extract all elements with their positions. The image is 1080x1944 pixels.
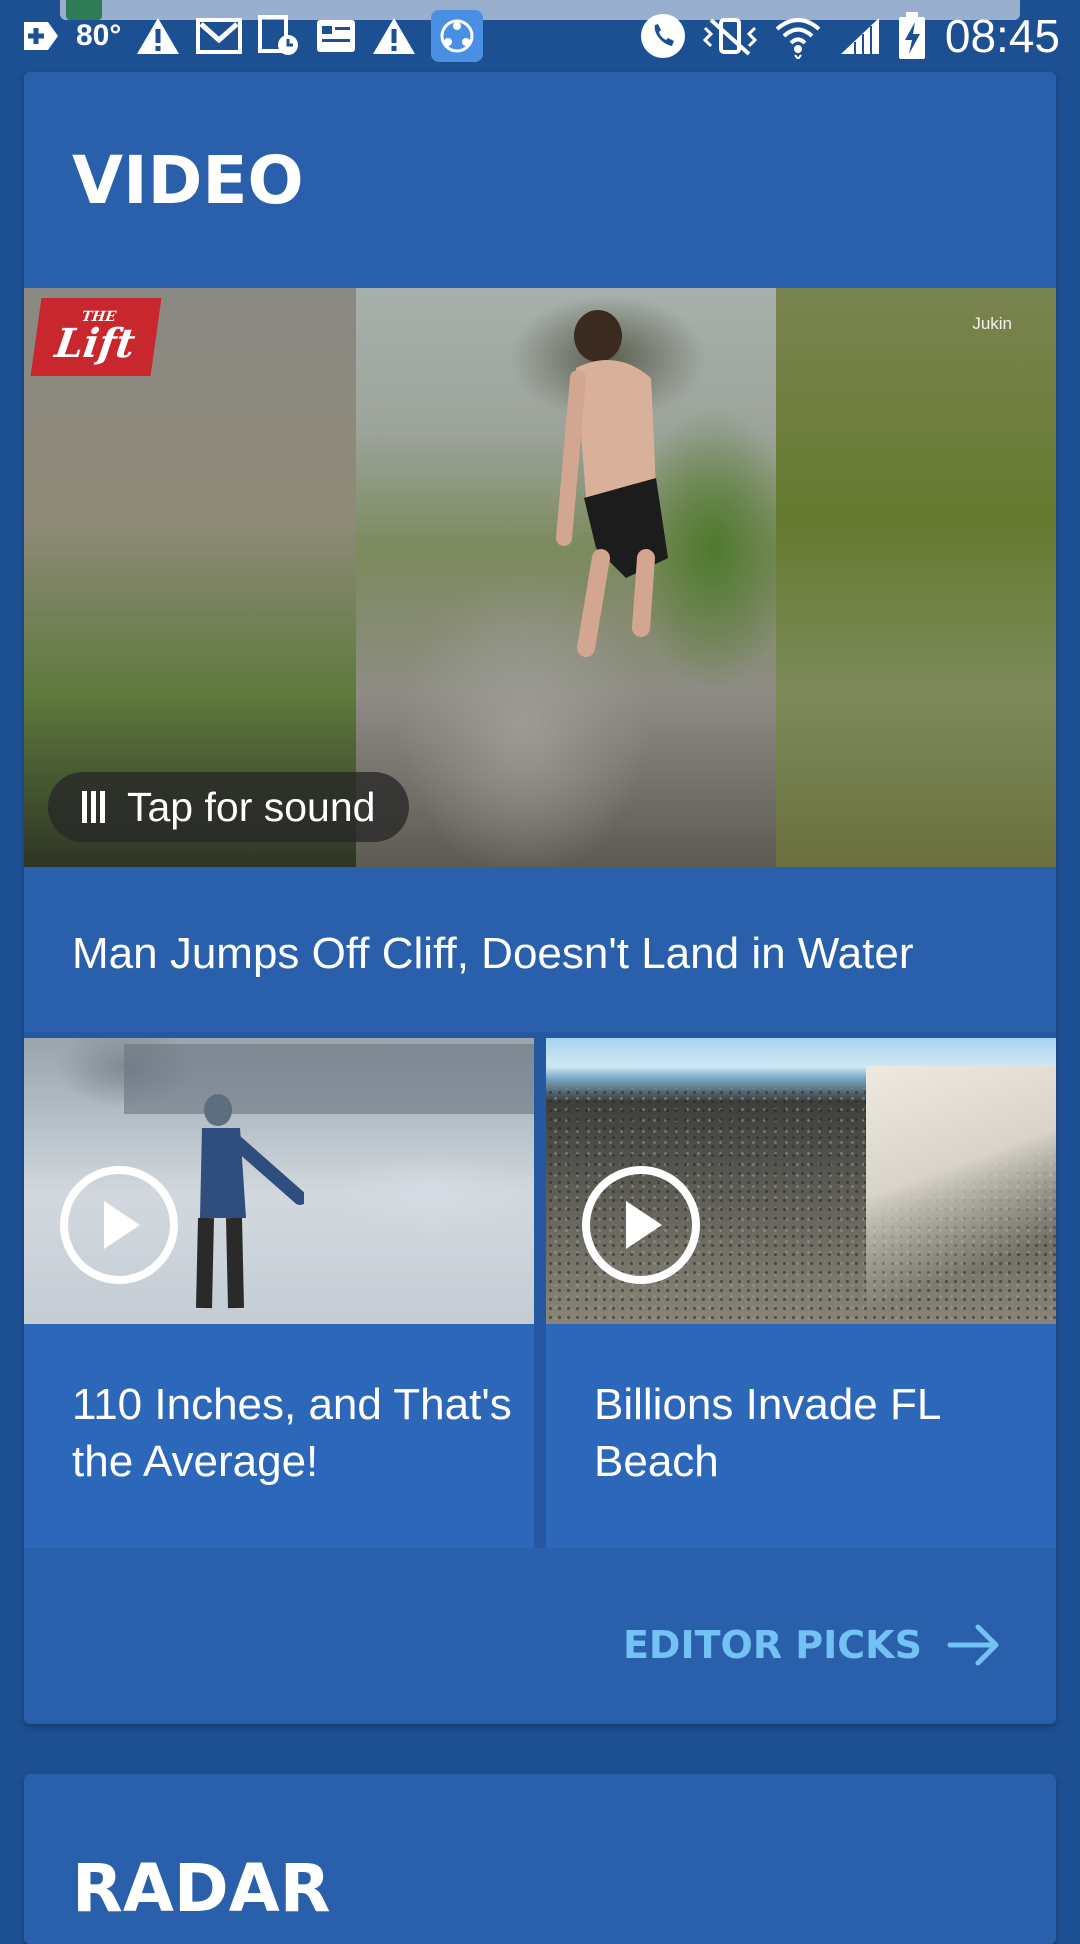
battery-charging-icon [897, 12, 927, 60]
video-thumbnail [24, 1038, 534, 1324]
play-icon [626, 1201, 662, 1249]
hero-video-player[interactable]: THE Lift Jukin Tap for sound [24, 288, 1056, 867]
play-button[interactable] [60, 1166, 178, 1284]
clock-text: 08:45 [944, 10, 1060, 62]
news-icon [315, 18, 357, 54]
the-lift-logo: THE Lift [30, 298, 162, 376]
warning-icon [371, 16, 417, 56]
wifi-icon [773, 13, 823, 59]
video-tile-title: 110 Inches, and That's the Average! [72, 1380, 512, 1486]
video-blur-right [776, 288, 1056, 867]
status-bar-right: 08:45 [639, 8, 1060, 64]
radar-card: RADAR [24, 1774, 1056, 1944]
status-bar: 80° 08:45 [0, 0, 1080, 72]
video-frame [356, 288, 776, 867]
radar-section-title: RADAR [72, 1850, 331, 1927]
play-icon [104, 1201, 140, 1249]
shareit-icon [431, 10, 484, 62]
phone-icon [639, 12, 687, 60]
thumbnail-roof [124, 1044, 534, 1114]
gmail-icon [195, 16, 243, 56]
editor-picks-label: EDITOR PICKS [622, 1623, 922, 1667]
cliff-jumper-figure [556, 310, 668, 657]
person-in-snow-figure [196, 1094, 304, 1309]
arrow-right-icon [947, 1624, 999, 1666]
video-tile-snow[interactable]: 110 Inches, and That's the Average! [24, 1038, 534, 1548]
video-tile-beach[interactable]: Billions Invade FL Beach [546, 1038, 1056, 1548]
jukin-watermark: Jukin [972, 314, 1012, 333]
calendar-icon [257, 14, 301, 58]
warning-icon [135, 16, 181, 56]
signal-icon [837, 14, 883, 58]
status-bar-left: 80° [18, 8, 484, 64]
add-icon [18, 16, 62, 56]
hero-video-title[interactable]: Man Jumps Off Cliff, Doesn't Land in Wat… [72, 928, 1032, 980]
thumbnail-beach [866, 1066, 1056, 1324]
video-tile-title: Billions Invade FL Beach [594, 1380, 940, 1486]
video-card: VIDEO THE Lift Jukin Tap for sound Man J… [24, 72, 1056, 1724]
temperature-text: 80° [76, 19, 122, 52]
tap-for-sound-button[interactable]: Tap for sound [48, 772, 410, 842]
video-section-title: VIDEO [72, 142, 304, 219]
sound-bars-icon [82, 791, 105, 823]
play-button[interactable] [582, 1166, 700, 1284]
tile-gap [534, 1038, 546, 1548]
video-thumbnail [546, 1038, 1056, 1324]
logo-big-text: Lift [52, 320, 138, 367]
vibrate-icon [701, 16, 759, 56]
editor-picks-link[interactable]: EDITOR PICKS [623, 1616, 1002, 1674]
tap-for-sound-label: Tap for sound [127, 783, 376, 830]
